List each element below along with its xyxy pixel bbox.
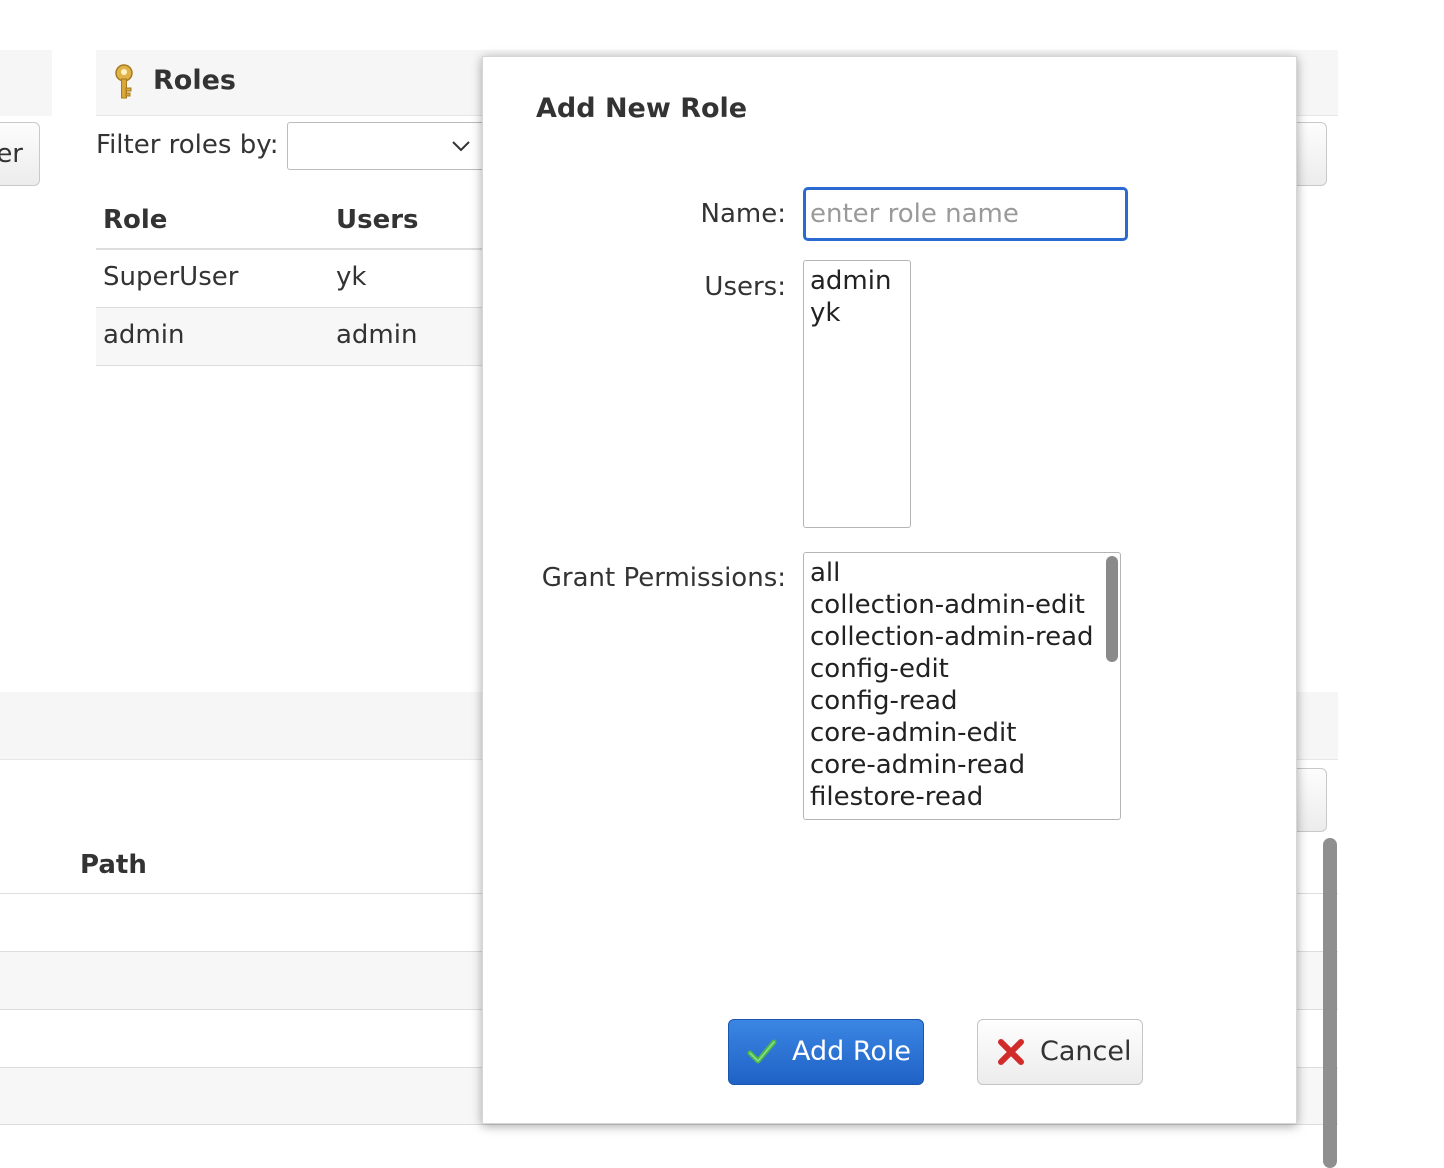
permission-option[interactable]: filestore-read xyxy=(804,781,1120,813)
chevron-down-icon xyxy=(450,135,472,157)
page-scrollbar[interactable] xyxy=(1323,838,1337,1168)
add-role-button[interactable]: Add Role xyxy=(728,1019,924,1085)
name-label: Name: xyxy=(700,199,786,229)
role-name-input[interactable] xyxy=(803,187,1128,241)
filter-roles-label: Filter roles by: xyxy=(96,130,279,160)
dialog-title: Add New Role xyxy=(536,93,748,124)
check-icon xyxy=(747,1037,777,1067)
left-panel-header xyxy=(0,50,52,116)
roles-table: Role Users SuperUser yk admin admin xyxy=(96,194,486,366)
permission-option[interactable]: all xyxy=(804,557,1120,589)
permissions-listbox[interactable]: all collection-admin-edit collection-adm… xyxy=(803,552,1121,820)
users-cell: yk xyxy=(336,262,367,292)
left-panel-button-label: er xyxy=(0,139,23,169)
key-icon xyxy=(110,64,138,100)
permissions-scrollbar[interactable] xyxy=(1106,556,1118,662)
left-panel-button[interactable]: er xyxy=(0,122,40,186)
users-listbox[interactable]: admin yk xyxy=(803,260,911,528)
filter-roles-select[interactable] xyxy=(287,122,487,170)
roles-panel-title: Roles xyxy=(153,65,236,96)
grant-permissions-label: Grant Permissions: xyxy=(541,563,786,593)
column-header-path: Path xyxy=(80,850,147,880)
add-role-dialog: Add New Role Name: Users: admin yk Grant… xyxy=(482,56,1297,1124)
permission-option[interactable]: collection-admin-edit xyxy=(804,589,1120,621)
role-cell: admin xyxy=(103,320,185,350)
permission-option[interactable]: core-admin-read xyxy=(804,749,1120,781)
close-icon xyxy=(996,1037,1026,1067)
add-role-button-label: Add Role xyxy=(792,1036,912,1067)
permission-option[interactable]: config-edit xyxy=(804,653,1120,685)
users-label: Users: xyxy=(704,272,786,302)
permission-option[interactable]: core-admin-edit xyxy=(804,717,1120,749)
column-header-role: Role xyxy=(103,205,168,235)
cancel-button[interactable]: Cancel xyxy=(977,1019,1143,1085)
table-row[interactable]: SuperUser yk xyxy=(96,250,486,308)
column-header-users: Users xyxy=(336,205,419,235)
user-option[interactable]: yk xyxy=(804,297,910,329)
permission-option[interactable]: config-read xyxy=(804,685,1120,717)
permission-option[interactable]: collection-admin-read xyxy=(804,621,1120,653)
users-cell: admin xyxy=(336,320,418,350)
cancel-button-label: Cancel xyxy=(1040,1036,1132,1067)
role-cell: SuperUser xyxy=(103,262,239,292)
table-row[interactable]: admin admin xyxy=(96,308,486,366)
user-option[interactable]: admin xyxy=(804,265,910,297)
roles-table-header: Role Users xyxy=(96,194,486,250)
